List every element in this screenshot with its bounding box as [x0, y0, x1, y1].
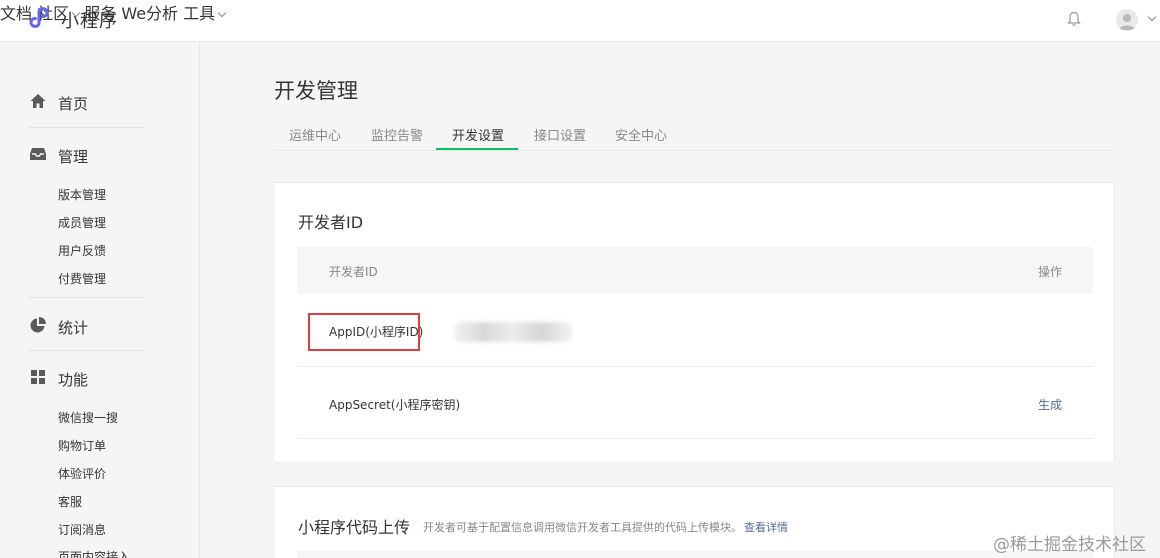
tab-ops-center[interactable]: 运维中心 [289, 125, 341, 144]
watermark: @稀土掘金技术社区 [993, 535, 1146, 555]
page-title: 开发管理 [274, 79, 358, 103]
active-tab-indicator [436, 148, 518, 150]
chevron-down-icon [217, 8, 227, 18]
tab-api-settings[interactable]: 接口设置 [534, 125, 586, 144]
table-header [297, 551, 1093, 558]
sidebar-subitem-page-content[interactable]: 页面内容接入 [58, 548, 130, 558]
inbox-icon [29, 145, 47, 167]
description-text: 开发者可基于配置信息调用微信开发者工具提供的代码上传模块。 [423, 521, 742, 534]
pie-chart-icon [29, 316, 47, 338]
appsecret-label: AppSecret(小程序密钥) [329, 398, 461, 412]
column-header-id: 开发者ID [329, 265, 378, 279]
divider [29, 297, 145, 298]
nav-docs[interactable]: 文档 [0, 4, 32, 23]
sidebar-subitem-wechat-search[interactable]: 微信搜一搜 [58, 409, 118, 426]
highlight-box [308, 313, 420, 351]
chevron-down-icon[interactable] [1147, 12, 1157, 22]
view-details-link[interactable]: 查看详情 [744, 521, 788, 534]
sidebar-item-features[interactable]: 功能 [29, 368, 88, 390]
sidebar-subitem-members[interactable]: 成员管理 [58, 214, 106, 231]
tab-security-center[interactable]: 安全中心 [615, 125, 667, 144]
sidebar-subitem-payment[interactable]: 付费管理 [58, 270, 106, 287]
sidebar-item-label: 首页 [58, 94, 89, 113]
sidebar-item-label: 统计 [58, 318, 89, 337]
miniprogram-logo-icon [29, 6, 53, 34]
sidebar-item-manage[interactable]: 管理 [29, 145, 88, 167]
avatar[interactable] [1116, 9, 1138, 31]
sidebar-subitem-shopping-orders[interactable]: 购物订单 [58, 437, 106, 454]
code-upload-card: 小程序代码上传 开发者可基于配置信息调用微信开发者工具提供的代码上传模块。 查看详… [273, 486, 1115, 558]
sidebar-subitem-experience-review[interactable]: 体验评价 [58, 465, 106, 482]
card-title: 开发者ID [298, 213, 364, 232]
home-icon [29, 92, 47, 114]
top-bar: 小程序 文档 社区 服务 We分析 工具 [0, 0, 1160, 42]
developer-id-card: 开发者ID 开发者ID 操作 AppID(小程序ID) AppSecret(小程… [273, 182, 1115, 463]
table-header: 开发者ID 操作 [297, 247, 1093, 294]
code-upload-description: 开发者可基于配置信息调用微信开发者工具提供的代码上传模块。 查看详情 [423, 519, 788, 535]
sidebar-item-home[interactable]: 首页 [29, 92, 88, 114]
table-row-appsecret: AppSecret(小程序密钥) 生成 [297, 367, 1093, 439]
sidebar-item-label: 功能 [58, 370, 89, 389]
sidebar-item-stats[interactable]: 统计 [29, 316, 88, 338]
nav-tools-label: 工具 [183, 4, 216, 23]
sidebar-subitem-customer-service[interactable]: 客服 [58, 493, 82, 510]
tab-bar: 运维中心 监控告警 开发设置 接口设置 安全中心 [274, 118, 1114, 151]
tab-dev-settings[interactable]: 开发设置 [452, 125, 504, 144]
nav-tools[interactable]: 工具 [183, 4, 227, 23]
generate-secret-link[interactable]: 生成 [1038, 396, 1062, 413]
grid-icon [29, 368, 47, 390]
divider [29, 350, 145, 351]
appid-value-redacted [454, 322, 572, 342]
card-title: 小程序代码上传 [298, 518, 411, 537]
tab-monitoring-alerts[interactable]: 监控告警 [371, 125, 423, 144]
bell-icon[interactable] [1067, 11, 1081, 27]
divider [29, 127, 145, 128]
brand-name: 小程序 [61, 11, 118, 32]
sidebar-item-label: 管理 [58, 147, 89, 166]
sidebar-subitem-feedback[interactable]: 用户反馈 [58, 242, 106, 259]
nav-weanalysis[interactable]: We分析 [121, 4, 178, 23]
sidebar-subitem-subscribe-messages[interactable]: 订阅消息 [58, 521, 106, 538]
column-header-action: 操作 [1038, 265, 1063, 279]
sidebar-subitem-version[interactable]: 版本管理 [58, 186, 106, 203]
